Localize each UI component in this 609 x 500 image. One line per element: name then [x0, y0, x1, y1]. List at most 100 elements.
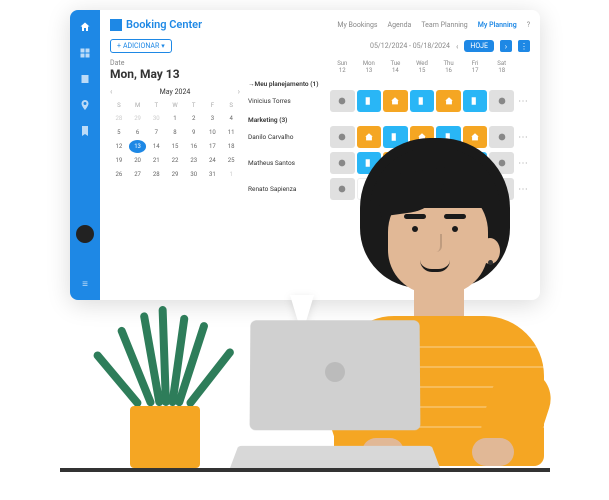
cal-day[interactable]: 18: [222, 140, 240, 153]
desk: [60, 468, 550, 472]
plant-pot: [130, 406, 200, 468]
plan-cell[interactable]: [383, 90, 408, 112]
cal-day[interactable]: 3: [204, 112, 222, 125]
row-more-icon[interactable]: ⋯: [516, 96, 530, 107]
cal-day[interactable]: 13: [129, 140, 147, 153]
day-header: Mon13: [357, 59, 382, 76]
plan-cell[interactable]: [436, 90, 461, 112]
cal-day[interactable]: 5: [110, 126, 128, 139]
booking-icon: [110, 19, 122, 31]
cal-day[interactable]: 28: [110, 112, 128, 125]
grid-icon[interactable]: [78, 46, 92, 60]
cal-day[interactable]: 31: [204, 168, 222, 181]
dow: F: [204, 100, 222, 111]
next-week[interactable]: ›: [500, 40, 512, 52]
cal-day[interactable]: 30: [185, 168, 203, 181]
cal-day[interactable]: 15: [166, 140, 184, 153]
dow: T: [147, 100, 165, 111]
cal-day[interactable]: 1: [166, 112, 184, 125]
cal-day[interactable]: 10: [204, 126, 222, 139]
cal-day[interactable]: 21: [147, 154, 165, 167]
toolbar: ADICIONAR ▾ 05/12/2024 - 05/18/2024 ‹ HO…: [110, 39, 530, 53]
cal-day[interactable]: 9: [185, 126, 203, 139]
day-header: Wed15: [410, 59, 435, 76]
title-text: Booking Center: [126, 18, 202, 31]
laptop-logo: [325, 362, 345, 382]
date-range[interactable]: 05/12/2024 - 05/18/2024: [370, 42, 450, 50]
calendar-icon[interactable]: [78, 72, 92, 86]
section-title[interactable]: Marketing (3): [248, 116, 530, 124]
cal-day[interactable]: 4: [222, 112, 240, 125]
cal-day[interactable]: 19: [110, 154, 128, 167]
plan-cell[interactable]: [357, 90, 382, 112]
date-label: Date: [110, 59, 240, 67]
cal-day[interactable]: 8: [166, 126, 184, 139]
dow: S: [110, 100, 128, 111]
help-icon[interactable]: ?: [527, 21, 530, 29]
header: Booking Center My Bookings Agenda Team P…: [110, 18, 530, 31]
cal-day[interactable]: 28: [147, 168, 165, 181]
cal-day[interactable]: 29: [166, 168, 184, 181]
cal-day[interactable]: 22: [166, 154, 184, 167]
tab-my-planning[interactable]: My Planning: [478, 21, 517, 29]
laptop-base: [230, 446, 440, 468]
day-header: Fri17: [463, 59, 488, 76]
view-menu[interactable]: ⋮: [518, 40, 530, 52]
dow: M: [129, 100, 147, 111]
plan-cell[interactable]: [463, 90, 488, 112]
prev-week[interactable]: ‹: [456, 42, 458, 51]
plant-illustration: [128, 296, 202, 406]
month-row: ‹ May 2024 ›: [110, 87, 240, 96]
next-month[interactable]: ›: [238, 87, 240, 96]
sidebar: ≡: [70, 10, 100, 300]
day-header: Tue14: [383, 59, 408, 76]
month-label: May 2024: [160, 88, 191, 96]
tab-team-planning[interactable]: Team Planning: [421, 21, 467, 29]
tab-my-bookings[interactable]: My Bookings: [337, 21, 377, 29]
avatar[interactable]: [76, 225, 94, 243]
sidebar-more-icon[interactable]: ≡: [82, 279, 88, 290]
cal-day[interactable]: 14: [147, 140, 165, 153]
planning-header: Sun12Mon13Tue14Wed15Thu16Fri17Sat18: [248, 59, 530, 76]
day-header: Sat18: [489, 59, 514, 76]
cal-day[interactable]: 27: [129, 168, 147, 181]
cal-day[interactable]: 24: [204, 154, 222, 167]
calendar-grid: SMTWTFS282930123456789101112131415161718…: [110, 100, 240, 181]
person-name: Vinicius Torres: [248, 97, 328, 105]
plan-cell[interactable]: [330, 90, 355, 112]
cal-day[interactable]: 23: [185, 154, 203, 167]
dow: T: [185, 100, 203, 111]
day-header: Thu16: [436, 59, 461, 76]
location-icon[interactable]: [78, 98, 92, 112]
cal-day[interactable]: 7: [147, 126, 165, 139]
section-title[interactable]: →Meu planejamento (1): [248, 80, 530, 88]
add-label: ADICIONAR: [123, 42, 159, 50]
cal-day[interactable]: 29: [129, 112, 147, 125]
cal-day[interactable]: 17: [204, 140, 222, 153]
cal-day[interactable]: 11: [222, 126, 240, 139]
today-button[interactable]: HOJE: [464, 40, 494, 52]
bookmark-icon[interactable]: [78, 124, 92, 138]
cal-day[interactable]: 26: [110, 168, 128, 181]
plan-cell[interactable]: [489, 90, 514, 112]
tab-agenda[interactable]: Agenda: [388, 21, 412, 29]
cal-day[interactable]: 1: [222, 168, 240, 181]
cal-day[interactable]: 6: [129, 126, 147, 139]
prev-month[interactable]: ‹: [110, 87, 112, 96]
dow: W: [166, 100, 184, 111]
add-button[interactable]: ADICIONAR ▾: [110, 39, 172, 53]
cal-day[interactable]: 20: [129, 154, 147, 167]
cal-day[interactable]: 16: [185, 140, 203, 153]
cal-day[interactable]: 2: [185, 112, 203, 125]
current-date: Mon, May 13: [110, 67, 240, 81]
calendar-panel: Date Mon, May 13 ‹ May 2024 › SMTWTFS282…: [110, 59, 240, 292]
plan-row: Vinicius Torres ⋯: [248, 90, 530, 112]
cal-day[interactable]: 25: [222, 154, 240, 167]
dow: S: [222, 100, 240, 111]
home-icon[interactable]: [78, 20, 92, 34]
cal-day[interactable]: 12: [110, 140, 128, 153]
page-title: Booking Center: [110, 18, 202, 31]
plan-cell[interactable]: [410, 90, 435, 112]
cal-day[interactable]: 30: [147, 112, 165, 125]
day-header: Sun12: [330, 59, 355, 76]
